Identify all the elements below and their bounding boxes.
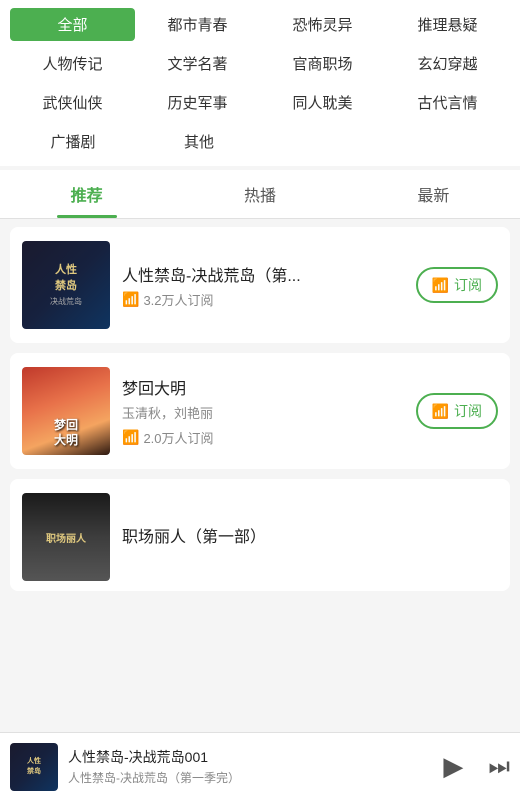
category-row-1: 全部 都市青春 恐怖灵异 推理悬疑: [10, 8, 510, 41]
player-cover: 人性禁岛: [10, 743, 58, 791]
cover-1-title: 人性禁岛: [55, 263, 77, 294]
cover-3-title: 职场丽人: [46, 530, 86, 545]
cat-fantasy[interactable]: 玄幻穿越: [385, 47, 510, 80]
book-cover-3: 职场丽人: [22, 493, 110, 581]
cat-mystery[interactable]: 推理悬疑: [385, 8, 510, 41]
tab-latest[interactable]: 最新: [347, 170, 520, 218]
wifi-icon-1: 📶: [122, 291, 139, 308]
next-button[interactable]: ⏭: [488, 753, 510, 781]
cover-1-sub: 决战荒岛: [50, 296, 82, 307]
wifi-icon-2: 📶: [122, 429, 139, 446]
category-row-2: 人物传记 文学名著 官商职场 玄幻穿越: [10, 47, 510, 80]
cat-fanfic[interactable]: 同人耽美: [260, 86, 385, 119]
tab-hot[interactable]: 热播: [173, 170, 346, 218]
player-controls: ▶ ⏭: [434, 748, 510, 786]
book-list-wrapper: 人性禁岛 决战荒岛 人性禁岛-决战荒岛（第... 📶 3.2万人订阅 📶 订阅 …: [0, 219, 520, 687]
book-card-2[interactable]: 梦回大明 梦回大明 玉清秋，刘艳丽 📶 2.0万人订阅 📶 订阅: [10, 353, 510, 469]
book-list: 人性禁岛 决战荒岛 人性禁岛-决战荒岛（第... 📶 3.2万人订阅 📶 订阅 …: [0, 219, 520, 609]
book-card-1[interactable]: 人性禁岛 决战荒岛 人性禁岛-决战荒岛（第... 📶 3.2万人订阅 📶 订阅: [10, 227, 510, 343]
cover-2-title: 梦回大明: [54, 418, 78, 449]
player-cover-text: 人性禁岛: [27, 757, 41, 775]
book-info-3: 职场丽人（第一部）: [122, 523, 498, 551]
category-row-4: 广播剧 其他: [10, 125, 510, 158]
player-title: 人性禁岛-决战荒岛001: [68, 747, 424, 767]
book-cover-2: 梦回大明: [22, 367, 110, 455]
cat-biography[interactable]: 人物传记: [10, 47, 135, 80]
book-title-3: 职场丽人（第一部）: [122, 523, 498, 547]
subscribe-btn-2[interactable]: 📶 订阅: [416, 393, 498, 429]
subscribe-btn-1[interactable]: 📶 订阅: [416, 267, 498, 303]
book-card-3[interactable]: 职场丽人 职场丽人（第一部）: [10, 479, 510, 591]
book-cover-1: 人性禁岛 决战荒岛: [22, 241, 110, 329]
player-bar: 人性禁岛 人性禁岛-决战荒岛001 人性禁岛-决战荒岛（第一季完） ▶ ⏭: [0, 732, 520, 800]
book-subscribers-2: 📶 2.0万人订阅: [122, 428, 498, 447]
cat-urban-youth[interactable]: 都市青春: [135, 8, 260, 41]
tab-recommend[interactable]: 推荐: [0, 170, 173, 218]
cat-radio[interactable]: 广播剧: [10, 125, 136, 158]
cat-horror[interactable]: 恐怖灵异: [260, 8, 385, 41]
subscribe-icon-1: 📶: [432, 277, 449, 294]
cat-other[interactable]: 其他: [136, 125, 262, 158]
player-subtitle: 人性禁岛-决战荒岛（第一季完）: [68, 769, 424, 786]
cat-literature[interactable]: 文学名著: [135, 47, 260, 80]
subscribe-icon-2: 📶: [432, 403, 449, 420]
cat-spacer: [262, 136, 510, 148]
cat-wuxia[interactable]: 武侠仙侠: [10, 86, 135, 119]
cat-all[interactable]: 全部: [10, 8, 135, 41]
category-bar: 全部 都市青春 恐怖灵异 推理悬疑 人物传记 文学名著 官商职场 玄幻穿越 武侠…: [0, 0, 520, 166]
category-row-3: 武侠仙侠 历史军事 同人耽美 古代言情: [10, 86, 510, 119]
cat-official[interactable]: 官商职场: [260, 47, 385, 80]
play-button[interactable]: ▶: [434, 748, 472, 786]
cat-history[interactable]: 历史军事: [135, 86, 260, 119]
cat-romance[interactable]: 古代言情: [385, 86, 510, 119]
tabs: 推荐 热播 最新: [0, 170, 520, 219]
player-info: 人性禁岛-决战荒岛001 人性禁岛-决战荒岛（第一季完）: [68, 747, 424, 786]
